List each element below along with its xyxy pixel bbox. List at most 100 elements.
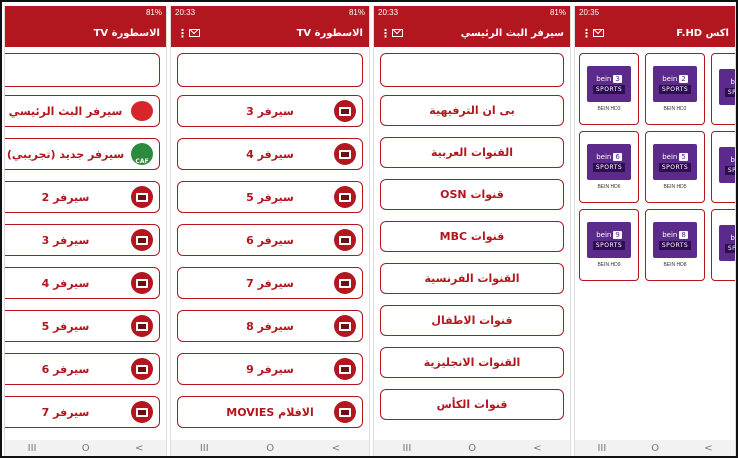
server-4-button[interactable]: سيرفر 4 — [177, 138, 363, 170]
category-button[interactable]: بى ان الترفيهية — [380, 95, 564, 126]
channel-card[interactable]: bein 9 SPORTS BEIN HD9 — [579, 209, 639, 281]
tv-icon — [334, 229, 356, 251]
channel-card[interactable]: beinSPORTS — [711, 53, 735, 125]
channel-grid: bein3SPORTSBEIN HD3bein2SPORTSBEIN HD2be… — [575, 47, 735, 287]
search-input[interactable] — [380, 53, 564, 87]
server-2-button[interactable]: سيرفر 2 — [5, 181, 160, 213]
home-button[interactable]: O — [468, 443, 476, 454]
channel-card[interactable]: bein 5 SPORTS BEIN HD5 — [645, 131, 705, 203]
home-button[interactable]: O — [266, 443, 274, 454]
mail-icon[interactable] — [392, 29, 403, 37]
tv-icon — [334, 143, 356, 165]
recent-apps-button[interactable]: III — [402, 443, 411, 454]
status-time: 20:33 — [378, 8, 399, 17]
search-input[interactable] — [177, 53, 363, 87]
overflow-menu-icon[interactable]: ⋮ — [177, 28, 188, 39]
server-main-button[interactable]: سيرفر البث الرئيسي — [5, 95, 160, 127]
app-title: سيرفر البث الرئيسي — [460, 27, 564, 39]
bein-sports-logo-icon: beinSPORTS — [719, 147, 735, 183]
home-button[interactable]: O — [651, 443, 659, 454]
status-bar: 20:33 81% — [171, 6, 369, 19]
channel-card[interactable]: beinSPORTS — [711, 131, 735, 203]
back-button[interactable]: < — [332, 443, 340, 454]
item-label: بى ان الترفيهية — [429, 104, 515, 117]
recent-apps-button[interactable]: III — [28, 443, 37, 454]
server-7-button[interactable]: سيرفر 7 — [5, 396, 160, 428]
channel-caption: BEIN HD5 — [663, 184, 687, 190]
brand-label: bein — [730, 77, 735, 86]
bein-sports-logo-icon: bein 6 SPORTS — [587, 144, 631, 180]
status-bar: 20:35 — [575, 6, 735, 19]
back-button[interactable]: < — [135, 443, 143, 454]
server-6-button[interactable]: سيرفر 6 — [5, 353, 160, 385]
item-label: قنوات MBC — [439, 230, 505, 243]
caf-logo-icon: CAF — [131, 143, 153, 165]
status-time: 20:35 — [579, 8, 600, 17]
back-button[interactable]: < — [704, 443, 712, 454]
home-button[interactable]: O — [82, 443, 90, 454]
sports-label: SPORTS — [592, 240, 626, 250]
search-input[interactable] — [5, 53, 160, 87]
category-button[interactable]: قنوات الكأس — [380, 389, 564, 420]
item-label: القنوات الفرنسية — [424, 272, 520, 285]
tv-icon — [334, 186, 356, 208]
android-nav-bar: III O < — [374, 440, 570, 456]
app-bar: ⋮ سيرفر البث الرئيسي — [374, 19, 570, 47]
status-bar: 81% — [5, 6, 166, 19]
tv-icon — [131, 272, 153, 294]
channel-number: 8 — [679, 230, 688, 239]
category-button[interactable]: القنوات الفرنسية — [380, 263, 564, 294]
tv-icon — [334, 272, 356, 294]
server-7-button[interactable]: سيرفر 7 — [177, 267, 363, 299]
movies-button[interactable]: الافلام MOVIES — [177, 396, 363, 428]
channel-card[interactable]: bein 2 SPORTS BEIN HD2 — [645, 53, 705, 125]
app-title: الاسطورة TV — [296, 27, 363, 39]
channel-card[interactable]: beinSPORTS — [711, 209, 735, 281]
server-3-button[interactable]: سيرفر 3 — [177, 95, 363, 127]
server-6-button[interactable]: سيرفر 6 — [177, 224, 363, 256]
category-button[interactable]: القنوات العربية — [380, 137, 564, 168]
overflow-menu-icon[interactable]: ⋮ — [581, 28, 592, 39]
item-label: قنوات OSN — [440, 188, 504, 201]
server-9-button[interactable]: سيرفر 9 — [177, 353, 363, 385]
server-4-button[interactable]: سيرفر 4 — [5, 267, 160, 299]
item-label: قنوات الاطفال — [431, 314, 513, 327]
server-5-button[interactable]: سيرفر 5 — [177, 181, 363, 213]
category-button[interactable]: قنوات الاطفال — [380, 305, 564, 336]
channel-card[interactable]: bein 8 SPORTS BEIN HD8 — [645, 209, 705, 281]
server-5-button[interactable]: سيرفر 5 — [5, 310, 160, 342]
item-label: سيرفر البث الرئيسي — [8, 104, 123, 118]
overflow-menu-icon[interactable]: ⋮ — [380, 28, 391, 39]
item-label: سيرفر 4 — [41, 276, 90, 290]
channel-number: 2 — [679, 74, 688, 83]
item-label: سيرفر 7 — [246, 276, 294, 290]
category-button[interactable]: قنوات MBC — [380, 221, 564, 252]
category-button[interactable]: قنوات OSN — [380, 179, 564, 210]
server-new-button[interactable]: CAF سيرفر جديد (تجريبي) — [5, 138, 160, 170]
sports-label: SPORTS — [658, 240, 692, 250]
sports-label: SPORTS — [724, 243, 735, 253]
brand-label: bein — [596, 152, 612, 161]
channel-card[interactable]: bein 6 SPORTS BEIN HD6 — [579, 131, 639, 203]
brand-label: bein — [730, 233, 735, 242]
bein-sports-logo-icon: bein 3 SPORTS — [587, 66, 631, 102]
channel-caption: BEIN HD6 — [597, 184, 621, 190]
server-3-button[interactable]: سيرفر 3 — [5, 224, 160, 256]
item-label: سيرفر 5 — [41, 319, 90, 333]
bein-sports-logo-icon: bein 9 SPORTS — [587, 222, 631, 258]
tv-icon — [131, 358, 153, 380]
item-label: سيرفر 5 — [246, 190, 294, 204]
mail-icon[interactable] — [593, 29, 604, 37]
tv-icon — [334, 315, 356, 337]
recent-apps-button[interactable]: III — [597, 443, 606, 454]
android-nav-bar: III O < — [575, 440, 735, 456]
tv-icon — [131, 315, 153, 337]
back-button[interactable]: < — [533, 443, 541, 454]
recent-apps-button[interactable]: III — [200, 443, 209, 454]
server-8-button[interactable]: سيرفر 8 — [177, 310, 363, 342]
channel-caption: BEIN HD8 — [663, 262, 687, 268]
channel-card[interactable]: bein 3 SPORTS BEIN HD3 — [579, 53, 639, 125]
category-button[interactable]: القنوات الانجليزية — [380, 347, 564, 378]
mail-icon[interactable] — [189, 29, 200, 37]
app-title: الاسطورة TV — [93, 27, 160, 39]
